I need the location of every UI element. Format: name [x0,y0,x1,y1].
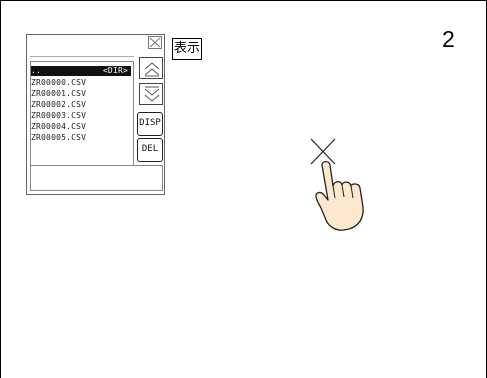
list-item[interactable]: ZR00003.CSV [31,111,131,121]
display-label: 表示 [172,38,202,60]
status-field [30,165,163,191]
list-item[interactable]: ZR00004.CSV [31,122,131,132]
list-item[interactable]: ZR00002.CSV [31,100,131,110]
list-item[interactable]: ZR00000.CSV [31,78,131,88]
list-item[interactable]: ZR00001.CSV [31,89,131,99]
list-item[interactable]: ZR00005.CSV [31,133,131,143]
scroll-down-button[interactable] [139,83,163,105]
list-item-parent-dir[interactable]: .. <DIR> [31,66,131,76]
close-button[interactable] [148,36,162,49]
close-icon [149,37,161,48]
hand-touch-icon [310,138,364,231]
step-number: 2 [442,26,455,52]
list-header-divider [30,56,134,57]
file-list-window: .. <DIR> ZR00000.CSV ZR00001.CSV ZR00002… [26,34,165,195]
parent-dir-type: <DIR> [102,66,128,75]
disp-button[interactable]: DISP [137,112,163,136]
double-chevron-down-icon [144,86,160,102]
scroll-up-button[interactable] [139,57,163,79]
double-chevron-up-icon [144,62,160,77]
parent-dir-name: .. [31,66,42,75]
delete-button[interactable]: DEL [137,138,163,162]
